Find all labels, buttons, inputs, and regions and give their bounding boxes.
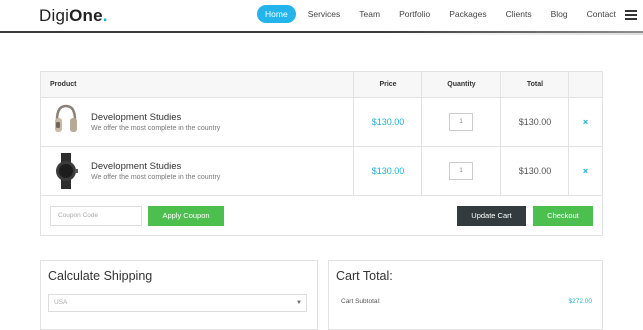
cart-table: Product Price Quantity Total Development…	[40, 71, 603, 236]
cart-subtotal-label: Cart Subtotal:	[341, 298, 381, 305]
nav-item-home[interactable]: Home	[257, 5, 296, 23]
product-price: $130.00	[371, 166, 405, 176]
smartwatch-icon	[56, 153, 78, 189]
brand-name-bold: One	[69, 6, 103, 25]
nav-item-clients[interactable]: Clients	[499, 5, 539, 23]
product-total: $130.00	[518, 117, 552, 127]
nav-item-team[interactable]: Team	[352, 5, 387, 23]
nav-item-contact[interactable]: Contact	[580, 5, 623, 23]
hamburger-menu-icon[interactable]	[625, 10, 637, 20]
quantity-input[interactable]: 1	[449, 162, 473, 180]
update-cart-button[interactable]: Update Cart	[457, 206, 526, 226]
cart-table-header: Product Price Quantity Total	[41, 72, 602, 98]
nav-item-blog[interactable]: Blog	[544, 5, 575, 23]
product-name[interactable]: Development Studies	[91, 112, 181, 123]
product-total: $130.00	[518, 166, 552, 176]
main-nav: Home Services Team Portfolio Packages Cl…	[257, 5, 628, 23]
remove-item-icon[interactable]: ×	[569, 117, 602, 127]
product-description: We offer the most complete in the countr…	[91, 174, 221, 181]
cart-total-title: Cart Total:	[336, 269, 393, 283]
nav-item-services[interactable]: Services	[301, 5, 348, 23]
cart-row: Development Studies We offer the most co…	[41, 147, 602, 196]
remove-item-icon[interactable]: ×	[569, 166, 602, 176]
header-total: Total	[526, 81, 544, 88]
site-header: DigiOne. Home Services Team Portfolio Pa…	[0, 0, 643, 35]
coupon-code-input[interactable]: Coupon Code	[50, 206, 142, 226]
header-quantity: Quantity	[447, 81, 476, 88]
nav-item-portfolio[interactable]: Portfolio	[392, 5, 437, 23]
cart-subtotal-value: $272.00	[568, 298, 593, 305]
product-price: $130.00	[371, 117, 405, 127]
header-product: Product	[50, 81, 77, 88]
brand-dot: .	[102, 6, 108, 25]
country-selected-value: USA	[54, 299, 68, 306]
product-description: We offer the most complete in the countr…	[91, 125, 221, 132]
apply-coupon-button[interactable]: Apply Coupon	[148, 206, 224, 226]
checkout-button[interactable]: Checkout	[533, 206, 593, 226]
product-name[interactable]: Development Studies	[91, 161, 181, 172]
brand-logo[interactable]: DigiOne.	[39, 6, 108, 26]
quantity-input[interactable]: 1	[449, 113, 473, 131]
country-select[interactable]: USA ▼	[48, 294, 307, 312]
chevron-down-icon: ▼	[296, 300, 302, 306]
brand-name-light: Digi	[39, 6, 70, 25]
headphones-icon	[55, 104, 77, 132]
cart-row: Development Studies We offer the most co…	[41, 98, 602, 147]
shipping-title: Calculate Shipping	[48, 269, 153, 283]
header-price: Price	[379, 81, 397, 88]
nav-item-packages[interactable]: Packages	[442, 5, 493, 23]
